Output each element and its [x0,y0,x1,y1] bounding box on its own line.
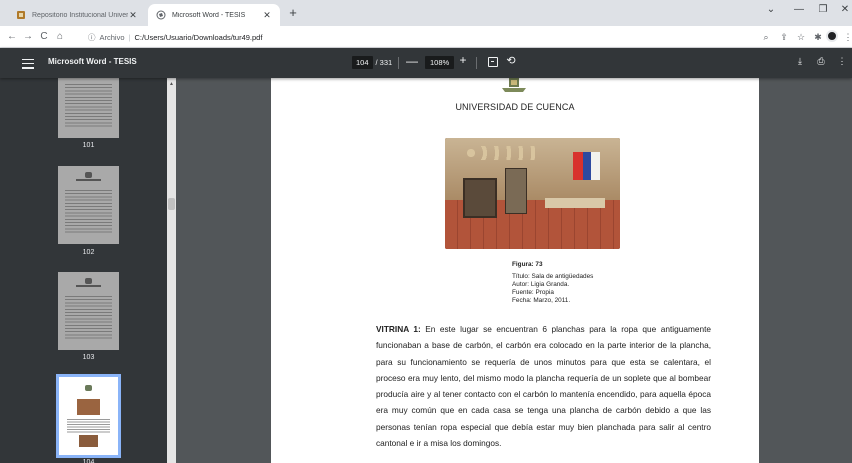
address-url[interactable]: C:/Users/Usuario/Downloads/tur49.pdf [134,33,262,42]
tab-search-icon[interactable]: ⌄ [764,4,778,15]
crest-icon [85,385,92,391]
thumbnail-heading [76,179,101,181]
extensions-icon[interactable]: ✱ [812,30,824,44]
university-crest-icon [502,78,526,92]
sidebar-scroll-thumb[interactable] [168,198,175,210]
body-paragraph: VITRINA 1: En este lugar se encuentran 6… [376,321,711,451]
bookmark-star-icon[interactable]: ☆ [795,30,807,44]
tab-repositorio[interactable]: Repositorio Institucional Univers ✕ [8,4,146,26]
university-header: UNIVERSIDAD DE CUENCA [455,102,575,112]
figure-number: Figura: 73 [512,261,543,268]
browser-toolbar: ← → C ⌂ ⓘ Archivo | C:/Users/Usuario/Dow… [0,26,852,48]
thumbnail-page-102[interactable] [58,166,119,244]
minimize-button[interactable]: — [792,4,806,15]
thumbnail-label: 101 [82,142,95,149]
home-button[interactable]: ⌂ [54,30,66,44]
thumbnail-photo [79,435,98,447]
close-tab-icon[interactable]: ✕ [262,10,272,21]
tab-title: Repositorio Institucional Univers [32,11,128,19]
repository-favicon-icon [16,10,26,20]
body-lead: VITRINA 1: [376,324,421,334]
thumbnail-text [65,190,112,234]
forward-button[interactable]: → [22,30,34,44]
toolbar-divider [476,57,477,69]
figure-title: Título: Sala de antigüedades [512,273,594,280]
thumbnail-sidebar: 101 102 103 104 [0,78,176,463]
download-icon[interactable]: ⤓ [794,56,806,67]
share-icon[interactable]: ⇪ [778,30,790,44]
scroll-up-icon[interactable]: ▲ [169,81,174,87]
tab-microsoft-word-tesis[interactable]: Microsoft Word - TESIS ✕ [148,4,280,26]
profile-avatar[interactable] [826,30,838,42]
figure-author: Autor: Ligia Granda. [512,281,570,288]
figure-date: Fecha: Marzo, 2011. [512,297,571,304]
fit-to-page-icon[interactable] [488,57,498,67]
pdf-page: UNIVERSIDAD DE CUENCA Figura: 73 Título:… [271,78,759,463]
thumbnail-label: 102 [82,249,95,256]
more-actions-icon[interactable]: ⋮ [836,56,848,67]
document-title: Microsoft Word - TESIS [48,57,137,66]
zoom-in-button[interactable]: + [457,53,469,67]
zoom-level-input[interactable]: 108% [425,56,455,69]
sidebar-scrollbar[interactable]: ▲ [167,78,176,463]
reload-button[interactable]: C [38,30,50,44]
thumbnail-label: 104 [82,459,95,463]
address-bar[interactable]: ⓘ Archivo | C:/Users/Usuario/Downloads/t… [88,29,788,45]
thumbnail-page-104[interactable] [56,374,121,458]
page-total: / 331 [375,58,393,67]
thumbnail-photo [77,399,100,415]
toolbar-divider [398,57,399,69]
museum-room-photo [445,138,620,249]
thumbnail-heading [76,285,101,287]
print-icon[interactable]: ⎙ [815,56,827,67]
site-info-icon[interactable]: ⓘ [88,32,96,43]
zoom-out-button[interactable]: — [406,54,418,68]
new-tab-button[interactable]: + [286,5,300,20]
address-scheme: Archivo [99,32,125,42]
tab-strip: Repositorio Institucional Univers ✕ Micr… [0,0,852,26]
menu-icon[interactable] [22,56,34,70]
thumbnail-text [67,419,110,433]
thumbnail-page-103[interactable] [58,272,119,350]
maximize-button[interactable]: ❐ [816,4,830,15]
crest-icon [85,172,92,178]
pdf-toolbar: Microsoft Word - TESIS 104 / 331 — 108% … [0,48,852,78]
thumbnail-label: 103 [82,354,95,361]
document-viewer: UNIVERSIDAD DE CUENCA Figura: 73 Título:… [176,78,852,463]
figure-source: Fuente: Propia [512,289,554,296]
figure-caption: Figura: 73 Título: Sala de antigüedades … [512,261,593,305]
zoom-icon[interactable]: ⌕ [760,30,772,44]
close-window-button[interactable]: ✕ [838,4,852,15]
globe-icon [156,10,166,20]
crest-icon [85,278,92,284]
page-selector: 104 / 331 [352,56,392,69]
tab-title: Microsoft Word - TESIS [172,11,246,19]
thumbnail-text [65,84,112,128]
page-number-input[interactable]: 104 [352,56,373,69]
rotate-icon[interactable]: ⟲ [505,54,517,67]
body-text: En este lugar se encuentran 6 planchas p… [376,324,711,449]
browser-menu-icon[interactable]: ⋮ [842,30,852,44]
address-separator: | [128,32,131,42]
thumbnail-page-101[interactable] [58,78,119,138]
back-button[interactable]: ← [6,30,18,44]
thumbnail-text [65,296,112,340]
close-tab-icon[interactable]: ✕ [128,10,138,21]
